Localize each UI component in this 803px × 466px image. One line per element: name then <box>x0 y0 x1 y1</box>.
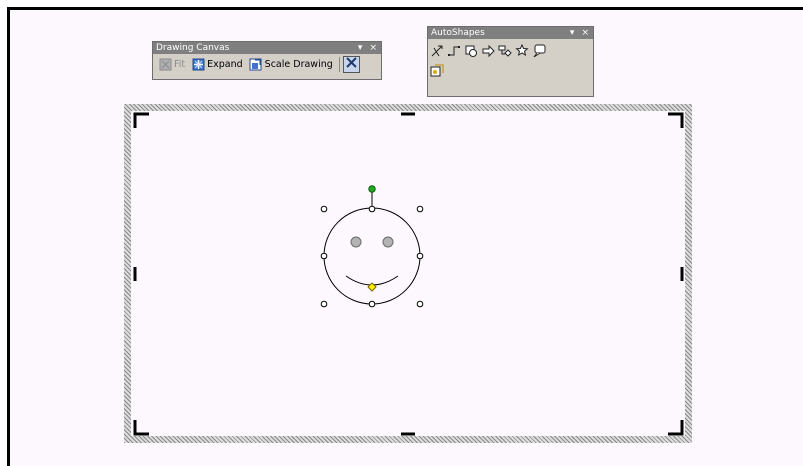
canvas-resize-handle-top-right[interactable] <box>668 112 684 128</box>
canvas-resize-handle-top-left[interactable] <box>133 112 149 128</box>
selection-handle-top-right[interactable] <box>416 205 424 213</box>
rotation-handle[interactable] <box>368 185 376 193</box>
canvas-resize-handle-bottom-right[interactable] <box>668 420 684 436</box>
selection-handle-bottom-right[interactable] <box>416 300 424 308</box>
selection-handle-bottom[interactable] <box>368 300 376 308</box>
smiley-right-eye <box>382 236 394 248</box>
selection-handle-bottom-left[interactable] <box>320 300 328 308</box>
smiley-left-eye <box>350 236 362 248</box>
selection-handle-top[interactable] <box>368 205 376 213</box>
canvas-overlay <box>133 112 684 436</box>
selection-handle-top-left[interactable] <box>320 205 328 213</box>
selection-handle-right[interactable] <box>416 252 424 260</box>
adjustment-handle[interactable] <box>367 282 377 292</box>
selection-handle-left[interactable] <box>320 252 328 260</box>
canvas-resize-handle-bottom-left[interactable] <box>133 420 149 436</box>
